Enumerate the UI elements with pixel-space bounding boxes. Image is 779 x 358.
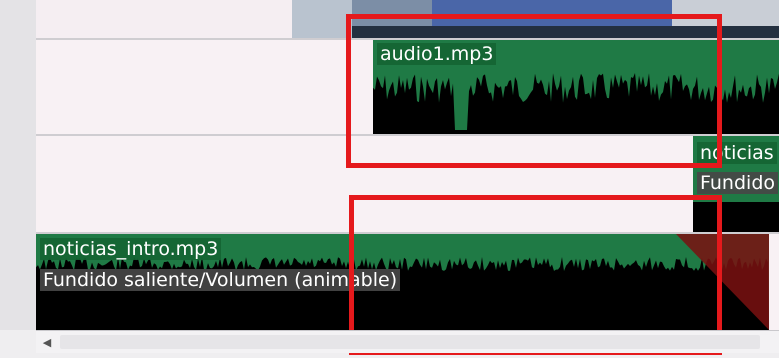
scroll-left-button[interactable]: ◀ (36, 331, 58, 353)
clip-title: audio1.mp3 (377, 43, 497, 65)
noticias-clip[interactable]: noticias Fundido (693, 136, 779, 232)
horizontal-scrollbar[interactable]: ◀ (36, 330, 779, 353)
chevron-left-icon: ◀ (42, 335, 52, 349)
video-track-row (36, 0, 779, 40)
track-headers-column (0, 0, 37, 330)
noticias-intro-clip[interactable]: noticias_intro.mp3 Fundido saliente/Volu… (36, 234, 769, 330)
audio1-clip[interactable]: audio1.mp3 (373, 40, 779, 134)
noticias-intro-track-row: noticias_intro.mp3 Fundido saliente/Volu… (36, 234, 779, 330)
audio1-track-row: audio1.mp3 (36, 40, 779, 136)
video-clip[interactable] (292, 0, 779, 38)
video-thumbnail (292, 0, 779, 38)
scroll-track[interactable] (60, 335, 760, 349)
clip-effect: Fundido (697, 172, 778, 194)
clip-effect: Fundido saliente/Volumen (animable) (40, 269, 401, 291)
clip-title: noticias (697, 142, 777, 164)
clip-title: noticias_intro.mp3 (40, 238, 222, 260)
noticias-track-row: noticias Fundido (36, 136, 779, 234)
